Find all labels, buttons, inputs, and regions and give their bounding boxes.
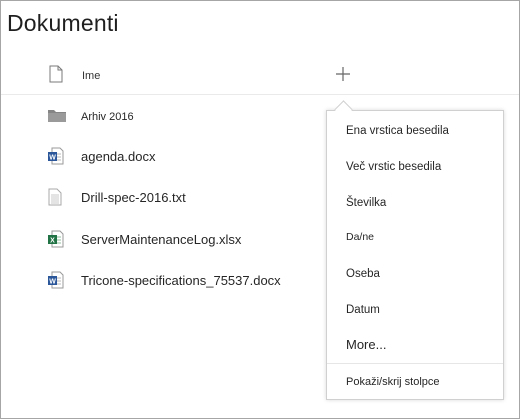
menu-divider (327, 363, 503, 364)
svg-text:W: W (49, 278, 56, 285)
word-icon: W (48, 271, 64, 294)
menu-item-number[interactable]: Številka (346, 197, 386, 209)
list-item[interactable]: X ServerMaintenanceLog.xlsx (1, 218, 321, 258)
menu-item-single-line-text[interactable]: Ena vrstica besedila (346, 125, 449, 137)
svg-text:W: W (49, 154, 56, 161)
menu-item-date[interactable]: Datum (346, 304, 380, 316)
column-header-row: Ime (1, 59, 519, 95)
menu-item-multiple-lines-text[interactable]: Več vrstic besedila (346, 161, 441, 173)
list-item[interactable]: Arhiv 2016 (1, 95, 321, 135)
file-name[interactable]: agenda.docx (81, 149, 155, 164)
list-item[interactable]: Drill-spec-2016.txt (1, 176, 321, 216)
menu-item-more[interactable]: More... (346, 337, 386, 352)
document-library: Dokumenti Ime Arhiv 2016 W agenda.docx D… (0, 0, 520, 419)
list-item[interactable]: W agenda.docx (1, 135, 321, 175)
file-name[interactable]: ServerMaintenanceLog.xlsx (81, 232, 241, 247)
text-file-icon (48, 188, 62, 211)
menu-item-yes-no[interactable]: Da/ne (346, 231, 374, 243)
document-icon[interactable] (49, 65, 63, 88)
column-header-name[interactable]: Ime (82, 70, 100, 82)
file-name[interactable]: Drill-spec-2016.txt (81, 190, 186, 205)
list-item[interactable]: W Tricone-specifications_75537.docx (1, 259, 321, 299)
menu-item-person[interactable]: Oseba (346, 268, 380, 280)
file-name[interactable]: Arhiv 2016 (81, 111, 134, 123)
file-name[interactable]: Tricone-specifications_75537.docx (81, 273, 281, 288)
word-icon: W (48, 147, 64, 170)
add-column-menu: Ena vrstica besedila Več vrstic besedila… (326, 110, 504, 400)
folder-icon (48, 108, 66, 127)
excel-icon: X (48, 230, 64, 253)
page-title: Dokumenti (7, 10, 119, 36)
menu-item-show-hide-columns[interactable]: Pokaži/skrij stolpce (346, 376, 440, 388)
svg-text:X: X (50, 237, 55, 244)
plus-icon[interactable] (335, 66, 351, 82)
